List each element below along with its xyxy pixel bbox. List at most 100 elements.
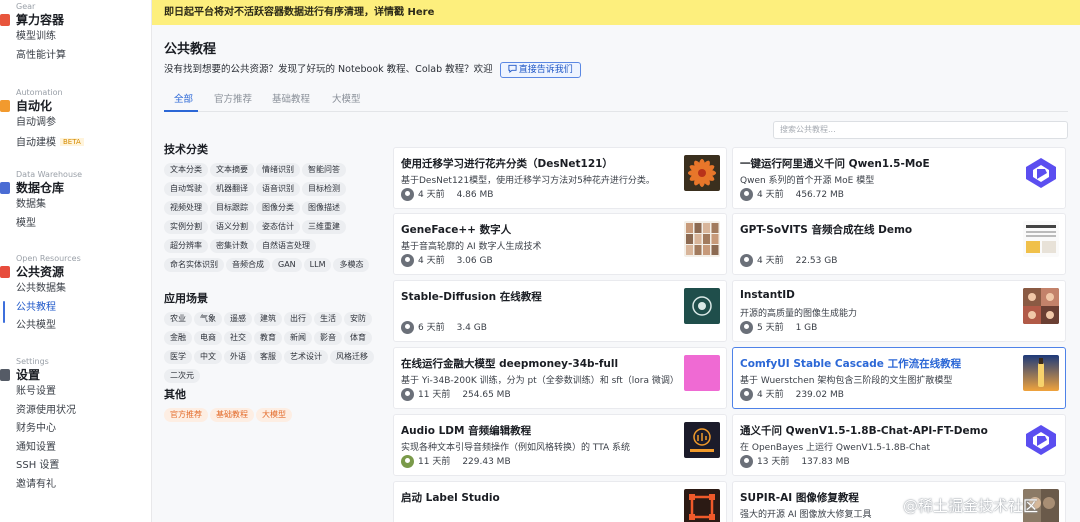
card-title[interactable]: ComfyUI Stable Cascade 工作流在线教程: [740, 356, 1008, 371]
filter-chip[interactable]: 姿态估计: [256, 220, 300, 234]
sidebar-item[interactable]: 公共数据集: [16, 280, 151, 299]
author-avatar[interactable]: [401, 254, 414, 267]
filter-chip[interactable]: 自动驾驶: [164, 182, 208, 196]
filter-chip[interactable]: 电商: [194, 331, 222, 345]
sidebar-item[interactable]: 模型训练: [16, 28, 151, 47]
contact-us-button[interactable]: 直接告诉我们: [499, 62, 581, 78]
tutorial-card[interactable]: ComfyUI Stable Cascade 工作流在线教程 基于 Wuerstc…: [732, 347, 1066, 409]
author-avatar[interactable]: [401, 388, 414, 401]
card-thumbnail[interactable]: [684, 355, 720, 391]
filter-chip[interactable]: 金融: [164, 331, 192, 345]
filter-chip[interactable]: 多模态: [333, 258, 370, 272]
sidebar-item[interactable]: 通知设置: [16, 439, 151, 458]
card-title[interactable]: 使用迁移学习进行花卉分类（DesNet121）: [401, 156, 669, 171]
tab-item[interactable]: 官方推荐: [214, 93, 252, 107]
filter-chip[interactable]: 建筑: [254, 312, 282, 326]
filter-chip[interactable]: 语义分割: [210, 220, 254, 234]
filter-chip[interactable]: 图像分类: [256, 201, 300, 215]
sidebar-section-title[interactable]: 数据仓库: [0, 180, 151, 196]
filter-chip[interactable]: 文本摘要: [210, 163, 254, 177]
filter-chip[interactable]: 二次元: [164, 369, 200, 383]
tutorial-card[interactable]: GPT-SoVITS 音频合成在线 Demo 4 天前 22.53 GB: [732, 213, 1066, 275]
filter-chip[interactable]: 生活: [314, 312, 342, 326]
tutorial-card[interactable]: 启动 Label Studio: [393, 481, 727, 522]
sidebar-item[interactable]: 财务中心: [16, 420, 151, 439]
filter-chip[interactable]: 农业: [164, 312, 192, 326]
filter-chip[interactable]: 视频处理: [164, 201, 208, 215]
card-thumbnail[interactable]: [684, 422, 720, 458]
filter-chip[interactable]: 超分辨率: [164, 239, 208, 253]
sidebar-item[interactable]: 自动调参: [16, 114, 151, 133]
filter-chip[interactable]: 影音: [314, 331, 342, 345]
tutorial-card[interactable]: GeneFace++ 数字人 基于音高轮廓的 AI 数字人生成技术 4 天前 3.06…: [393, 213, 727, 275]
filter-chip[interactable]: 外语: [224, 350, 252, 364]
filter-chip[interactable]: 图像描述: [302, 201, 346, 215]
author-avatar[interactable]: [740, 455, 753, 468]
tab-item[interactable]: 基础教程: [272, 93, 310, 107]
card-title[interactable]: Stable-Diffusion 在线教程: [401, 289, 669, 304]
filter-chip[interactable]: 密集计数: [210, 239, 254, 253]
filter-chip[interactable]: 中文: [194, 350, 222, 364]
filter-chip[interactable]: 社交: [224, 331, 252, 345]
filter-chip[interactable]: GAN: [272, 258, 302, 272]
sidebar-item[interactable]: 数据集: [16, 196, 151, 215]
sidebar-item[interactable]: 公共模型: [16, 317, 151, 336]
card-thumbnail[interactable]: [1023, 422, 1059, 458]
author-avatar[interactable]: [740, 388, 753, 401]
search-input[interactable]: 搜索公共教程...: [773, 121, 1068, 139]
card-thumbnail[interactable]: [684, 489, 720, 522]
filter-chip[interactable]: 官方推荐: [164, 408, 208, 422]
tutorial-card[interactable]: 在线运行金融大模型 deepmoney-34b-full 基于 Yi-34B-20…: [393, 347, 727, 409]
filter-chip[interactable]: 自然语言处理: [256, 239, 316, 253]
tab-item[interactable]: 大模型: [332, 93, 361, 107]
tutorial-card[interactable]: 一键运行阿里通义千问 Qwen1.5-MoE Qwen 系列的首个开源 MoE 模…: [732, 147, 1066, 209]
notice-banner[interactable]: 即日起平台将对不活跃容器数据进行有序清理，详情戳 Here: [152, 0, 1080, 25]
sidebar-item[interactable]: 高性能计算: [16, 47, 151, 66]
card-thumbnail[interactable]: [1023, 355, 1059, 391]
tab-item[interactable]: 全部: [174, 93, 193, 107]
tutorial-card[interactable]: 使用迁移学习进行花卉分类（DesNet121） 基于DesNet121模型，使用迁…: [393, 147, 727, 209]
card-title[interactable]: 在线运行金融大模型 deepmoney-34b-full: [401, 356, 669, 371]
filter-chip[interactable]: 音频合成: [226, 258, 270, 272]
filter-chip[interactable]: 目标跟踪: [210, 201, 254, 215]
tutorial-card[interactable]: Audio LDM 音频编辑教程 实现各种文本引导音频操作（例如风格转换）的 TT…: [393, 414, 727, 476]
tutorial-card[interactable]: InstantID 开源的高质量的图像生成能力 5 天前 1 GB: [732, 280, 1066, 342]
filter-chip[interactable]: 智能问答: [302, 163, 346, 177]
sidebar-item[interactable]: 资源使用状况: [16, 402, 151, 421]
filter-chip[interactable]: 大模型: [256, 408, 292, 422]
filter-chip[interactable]: 安防: [344, 312, 372, 326]
card-title[interactable]: 启动 Label Studio: [401, 490, 669, 505]
filter-chip[interactable]: 目标检测: [302, 182, 346, 196]
card-thumbnail[interactable]: [1023, 221, 1059, 257]
card-thumbnail[interactable]: [684, 221, 720, 257]
filter-chip[interactable]: 机器翻译: [210, 182, 254, 196]
filter-chip[interactable]: 体育: [344, 331, 372, 345]
filter-chip[interactable]: 出行: [284, 312, 312, 326]
filter-chip[interactable]: 文本分类: [164, 163, 208, 177]
card-title[interactable]: GeneFace++ 数字人: [401, 222, 669, 237]
filter-chip[interactable]: 三维重建: [302, 220, 346, 234]
filter-chip[interactable]: 风格迁移: [330, 350, 374, 364]
card-title[interactable]: GPT-SoVITS 音频合成在线 Demo: [740, 222, 1008, 237]
card-thumbnail[interactable]: [1023, 288, 1059, 324]
filter-chip[interactable]: 医学: [164, 350, 192, 364]
author-avatar[interactable]: [401, 321, 414, 334]
sidebar-item[interactable]: 邀请有礼: [16, 476, 151, 495]
filter-chip[interactable]: 情绪识别: [256, 163, 300, 177]
filter-chip[interactable]: 命名实体识别: [164, 258, 224, 272]
sidebar-section-title[interactable]: 自动化: [0, 98, 151, 114]
filter-chip[interactable]: LLM: [303, 258, 332, 272]
filter-chip[interactable]: 艺术设计: [284, 350, 328, 364]
sidebar-item[interactable]: 公共教程: [0, 299, 151, 323]
filter-chip[interactable]: 语音识别: [256, 182, 300, 196]
filter-chip[interactable]: 气象: [194, 312, 222, 326]
tutorial-card[interactable]: Stable-Diffusion 在线教程 6 天前 3.4 GB: [393, 280, 727, 342]
card-thumbnail[interactable]: [1023, 155, 1059, 191]
author-avatar[interactable]: [740, 188, 753, 201]
filter-chip[interactable]: 新闻: [284, 331, 312, 345]
sidebar-section-title[interactable]: 公共资源: [0, 264, 151, 280]
sidebar-item[interactable]: 模型: [16, 215, 151, 234]
sidebar-section-title[interactable]: 设置: [0, 367, 151, 383]
filter-chip[interactable]: 教育: [254, 331, 282, 345]
sidebar-item[interactable]: 自动建模 BETA: [16, 133, 151, 153]
